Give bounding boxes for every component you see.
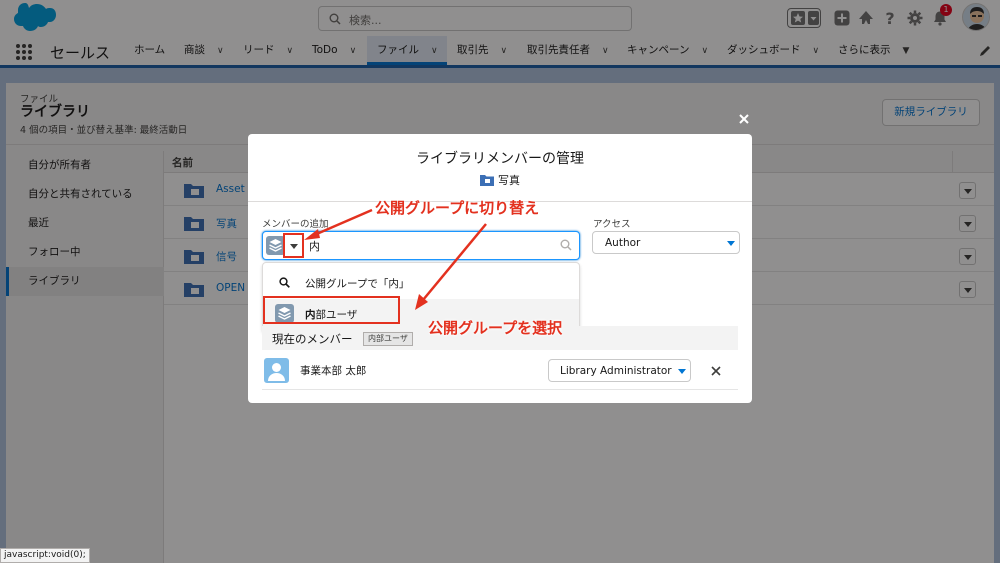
search-icon [279, 277, 290, 288]
status-bar-url: javascript:void(0); [0, 548, 90, 563]
access-value: Author [605, 237, 641, 249]
current-members-label: 現在のメンバー [272, 332, 353, 346]
close-icon[interactable] [737, 112, 751, 126]
modal-title: ライブラリメンバーの管理 [416, 151, 584, 167]
folder-library-icon [480, 175, 494, 186]
modal-header: ライブラリメンバーの管理 写真 [248, 134, 752, 202]
add-member-label: メンバーの追加 [262, 219, 329, 230]
highlight-box [263, 296, 400, 324]
tooltip: 内部ユーザ [363, 332, 413, 346]
member-row: 事業本部 太郎 Library Administrator [262, 356, 738, 390]
chevron-down-icon [727, 241, 735, 246]
dropdown-search-option[interactable]: 公開グループで「内」 [263, 267, 579, 297]
add-member-value: 内 [309, 240, 320, 253]
member-name[interactable]: 事業本部 太郎 [300, 363, 366, 378]
add-member-input[interactable]: 内 [262, 231, 580, 260]
search-icon [560, 239, 572, 251]
close-icon[interactable] [710, 365, 722, 377]
annotation-select: 公開グループを選択 [428, 319, 563, 337]
manage-members-modal: ライブラリメンバーの管理 写真 メンバーの追加 アクセス 内 Author 公開… [248, 134, 752, 403]
access-label: アクセス [593, 219, 631, 230]
member-role-value: Library Administrator [560, 365, 672, 377]
access-select[interactable]: Author [592, 231, 740, 254]
annotation-switch: 公開グループに切り替え [375, 199, 540, 217]
highlight-box [283, 233, 304, 258]
chevron-down-icon [678, 369, 686, 374]
member-role-select[interactable]: Library Administrator [548, 359, 691, 382]
dropdown-search-text: 公開グループで「内」 [305, 278, 410, 290]
user-icon [264, 358, 289, 383]
modal-library-name: 写真 [248, 172, 752, 188]
